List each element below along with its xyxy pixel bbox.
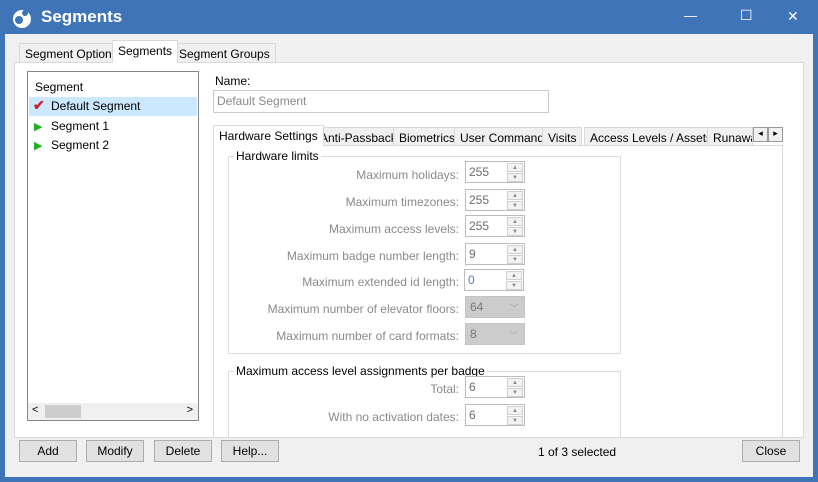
tab-hardware-settings[interactable]: Hardware Settings [213,125,324,146]
spin-down-button[interactable]: ▼ [507,388,523,397]
green-flag-icon: ▶ [34,140,43,152]
total-label: Total: [430,382,459,396]
max-access-levels-spinbox[interactable]: 255 ▲ ▼ [465,215,525,237]
list-item[interactable]: ▶ Segment 1 [29,117,197,136]
name-input[interactable]: Default Segment [213,90,549,113]
modify-button[interactable]: Modify [86,440,144,462]
segment-list[interactable]: Segment ✔ Default Segment ▶ Segment 1 ▶ … [27,71,199,421]
tab-scroll-left-button[interactable]: ◂ [753,127,768,142]
spin-down-button[interactable]: ▼ [507,255,523,264]
no-activation-dates-spinbox[interactable]: 6 ▲ ▼ [465,404,525,426]
hardware-limits-title: Hardware limits [234,149,321,163]
max-card-formats-label: Maximum number of card formats: [276,329,459,343]
max-badge-length-label: Maximum badge number length: [286,249,459,263]
tab-user-commands[interactable]: User Commands [454,127,557,147]
spin-up-button[interactable]: ▲ [506,271,522,280]
spin-up-button[interactable]: ▲ [507,163,523,172]
spin-up-button[interactable]: ▲ [507,245,523,254]
close-window-button[interactable]: ✕ [787,8,799,25]
hardware-settings-panel: Hardware limits Maximum holidays: 255 ▲ ▼ … [213,145,783,437]
max-badge-length-spinbox[interactable]: 9 ▲ ▼ [465,243,525,265]
list-item[interactable]: ✔ Default Segment [29,97,197,116]
spin-down-button[interactable]: ▼ [507,173,523,182]
add-button[interactable]: Add [19,440,77,462]
maximize-button[interactable]: ☐ [740,7,753,24]
tab-anti-passback[interactable]: Anti-Passback [314,127,403,147]
chevron-down-icon: ﹀ [509,331,519,342]
chevron-down-icon: ﹀ [509,304,519,315]
max-timezones-label: Maximum timezones: [345,195,459,209]
tab-segments[interactable]: Segments [112,40,179,63]
tab-segment-groups[interactable]: Segment Groups [173,43,276,63]
tab-access-levels-assets[interactable]: Access Levels / Assets [584,127,719,147]
max-elevator-floors-label: Maximum number of elevator floors: [267,302,459,316]
tab-segment-options[interactable]: Segment Options [19,43,124,63]
app-logo-icon [13,10,31,28]
segments-tab-panel: Segment ✔ Default Segment ▶ Segment 1 ▶ … [14,62,804,438]
hardware-limits-group: Hardware limits Maximum holidays: 255 ▲ ▼ … [228,149,621,354]
close-button[interactable]: Close [742,440,800,462]
scroll-right-button[interactable]: > [187,404,193,416]
max-holidays-label: Maximum holidays: [356,168,459,182]
spin-up-button[interactable]: ▲ [507,378,523,387]
spin-down-button[interactable]: ▼ [506,281,522,290]
default-check-icon: ✔ [33,97,45,113]
title-bar: Segments — ☐ ✕ [0,0,818,34]
spin-down-button[interactable]: ▼ [507,201,523,210]
scroll-left-button[interactable]: < [32,404,38,416]
max-timezones-spinbox[interactable]: 255 ▲ ▼ [465,189,525,211]
spin-up-button[interactable]: ▲ [507,406,523,415]
access-level-assignments-group: Maximum access level assignments per bad… [228,364,621,437]
spin-up-button[interactable]: ▲ [507,191,523,200]
tab-visits[interactable]: Visits [542,127,583,147]
tab-biometrics[interactable]: Biometrics [393,127,462,147]
max-holidays-spinbox[interactable]: 255 ▲ ▼ [465,161,525,183]
no-activation-dates-label: With no activation dates: [328,410,459,424]
spin-up-button[interactable]: ▲ [507,217,523,226]
spin-down-button[interactable]: ▼ [507,416,523,425]
list-item-label: Segment 2 [51,138,110,152]
list-item[interactable]: ▶ Segment 2 [29,136,197,155]
name-label: Name: [215,74,251,88]
minimize-button[interactable]: — [684,8,697,23]
max-access-levels-label: Maximum access levels: [328,222,459,236]
total-spinbox[interactable]: 6 ▲ ▼ [465,376,525,398]
max-card-formats-combo[interactable]: 8 ﹀ [465,323,525,345]
tab-scroll-right-button[interactable]: ▸ [768,127,783,142]
max-extended-id-spinbox[interactable]: 0 ▲ ▼ [464,269,524,291]
list-item-label: Segment 1 [51,119,110,133]
spin-down-button[interactable]: ▼ [507,227,523,236]
assignments-title: Maximum access level assignments per bad… [234,364,487,378]
segment-list-header: Segment [35,80,84,94]
max-extended-id-label: Maximum extended id length: [302,275,459,289]
horizontal-scrollbar[interactable]: < > [28,403,198,420]
help-button[interactable]: Help... [221,440,279,462]
delete-button[interactable]: Delete [154,440,212,462]
window-title: Segments [41,7,123,26]
tab-runaway[interactable]: Runawa [707,127,753,147]
green-flag-icon: ▶ [34,121,43,133]
list-item-label: Default Segment [51,99,141,113]
selection-status: 1 of 3 selected [538,445,617,459]
client-area: Segment Options Segments Segment Groups … [5,34,813,477]
max-elevator-floors-combo[interactable]: 64 ﹀ [465,296,525,318]
scrollbar-thumb[interactable] [45,405,81,418]
